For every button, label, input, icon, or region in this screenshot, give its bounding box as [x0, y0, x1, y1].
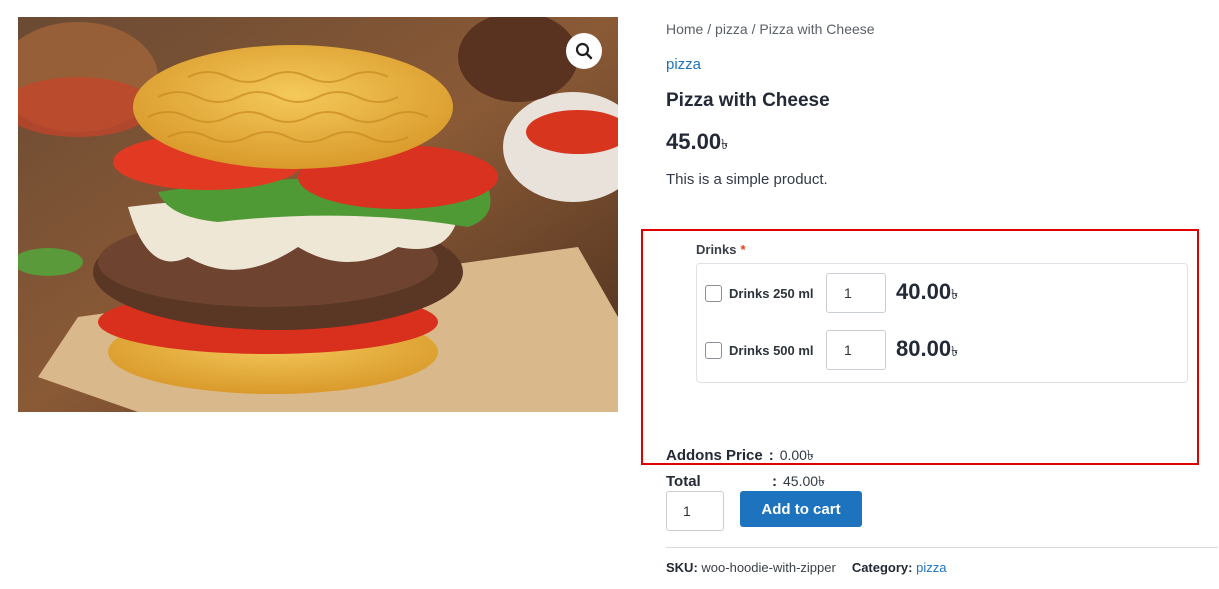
colon: : [768, 447, 774, 464]
addon-group-label: Drinks * [696, 242, 746, 257]
total-label: Total [666, 473, 701, 490]
sku-value: woo-hoodie-with-zipper [701, 560, 836, 575]
colon: : [772, 473, 777, 490]
addon-price-amount: 80.00 [896, 336, 952, 361]
burger-photo [18, 17, 618, 412]
addon-qty-input[interactable] [826, 330, 886, 370]
breadcrumb-separator: / [747, 21, 760, 37]
currency-symbol: ৳ [951, 286, 959, 302]
addon-option-price: 80.00৳ [896, 336, 958, 364]
zoom-button[interactable] [566, 33, 602, 69]
addon-options-box: Drinks 250 ml 40.00৳ Drinks 500 ml 80.00… [696, 263, 1188, 383]
addon-group-title: Drinks [696, 242, 737, 257]
addon-checkbox[interactable] [705, 285, 722, 302]
addons-price-label: Addons Price [666, 447, 763, 464]
addon-option-label: Drinks 250 ml [729, 286, 814, 301]
addon-qty-input[interactable] [826, 273, 886, 313]
addons-price-row: Addons Price:0.00৳ [666, 444, 814, 468]
product-meta: SKU: woo-hoodie-with-zipper Category: piz… [666, 560, 946, 575]
addon-price-amount: 40.00 [896, 279, 952, 304]
breadcrumb-separator: / [703, 21, 716, 37]
addon-option-price: 40.00৳ [896, 279, 958, 307]
addon-option-label: Drinks 500 ml [729, 343, 814, 358]
product-price: 45.00৳ [666, 129, 728, 157]
divider [666, 547, 1218, 548]
breadcrumb-current: Pizza with Cheese [759, 21, 875, 37]
category-link[interactable]: pizza [916, 560, 946, 575]
breadcrumb-category[interactable]: pizza [715, 21, 748, 37]
addons-price-value: 0.00৳ [779, 447, 814, 463]
breadcrumb-home[interactable]: Home [666, 21, 703, 37]
total-value: 45.00৳ [783, 473, 826, 489]
product-category-link[interactable]: pizza [666, 56, 701, 73]
category-label: Category: [851, 560, 913, 575]
addon-checkbox[interactable] [705, 342, 722, 359]
breadcrumb: Home / pizza / Pizza with Cheese [666, 21, 875, 37]
short-description: This is a simple product. [666, 171, 828, 188]
add-to-cart-button[interactable]: Add to cart [740, 491, 862, 527]
price-amount: 45.00 [666, 129, 722, 154]
sku-label: SKU: [666, 560, 698, 575]
quantity-input[interactable] [666, 491, 724, 531]
addon-option: Drinks 250 ml 40.00৳ [697, 273, 1187, 313]
currency-symbol: ৳ [721, 136, 729, 152]
product-title: Pizza with Cheese [666, 90, 830, 111]
required-mark: * [740, 242, 746, 257]
currency-symbol: ৳ [951, 343, 959, 359]
search-icon [575, 42, 593, 60]
product-image[interactable] [18, 17, 618, 412]
addon-option: Drinks 500 ml 80.00৳ [697, 330, 1187, 370]
